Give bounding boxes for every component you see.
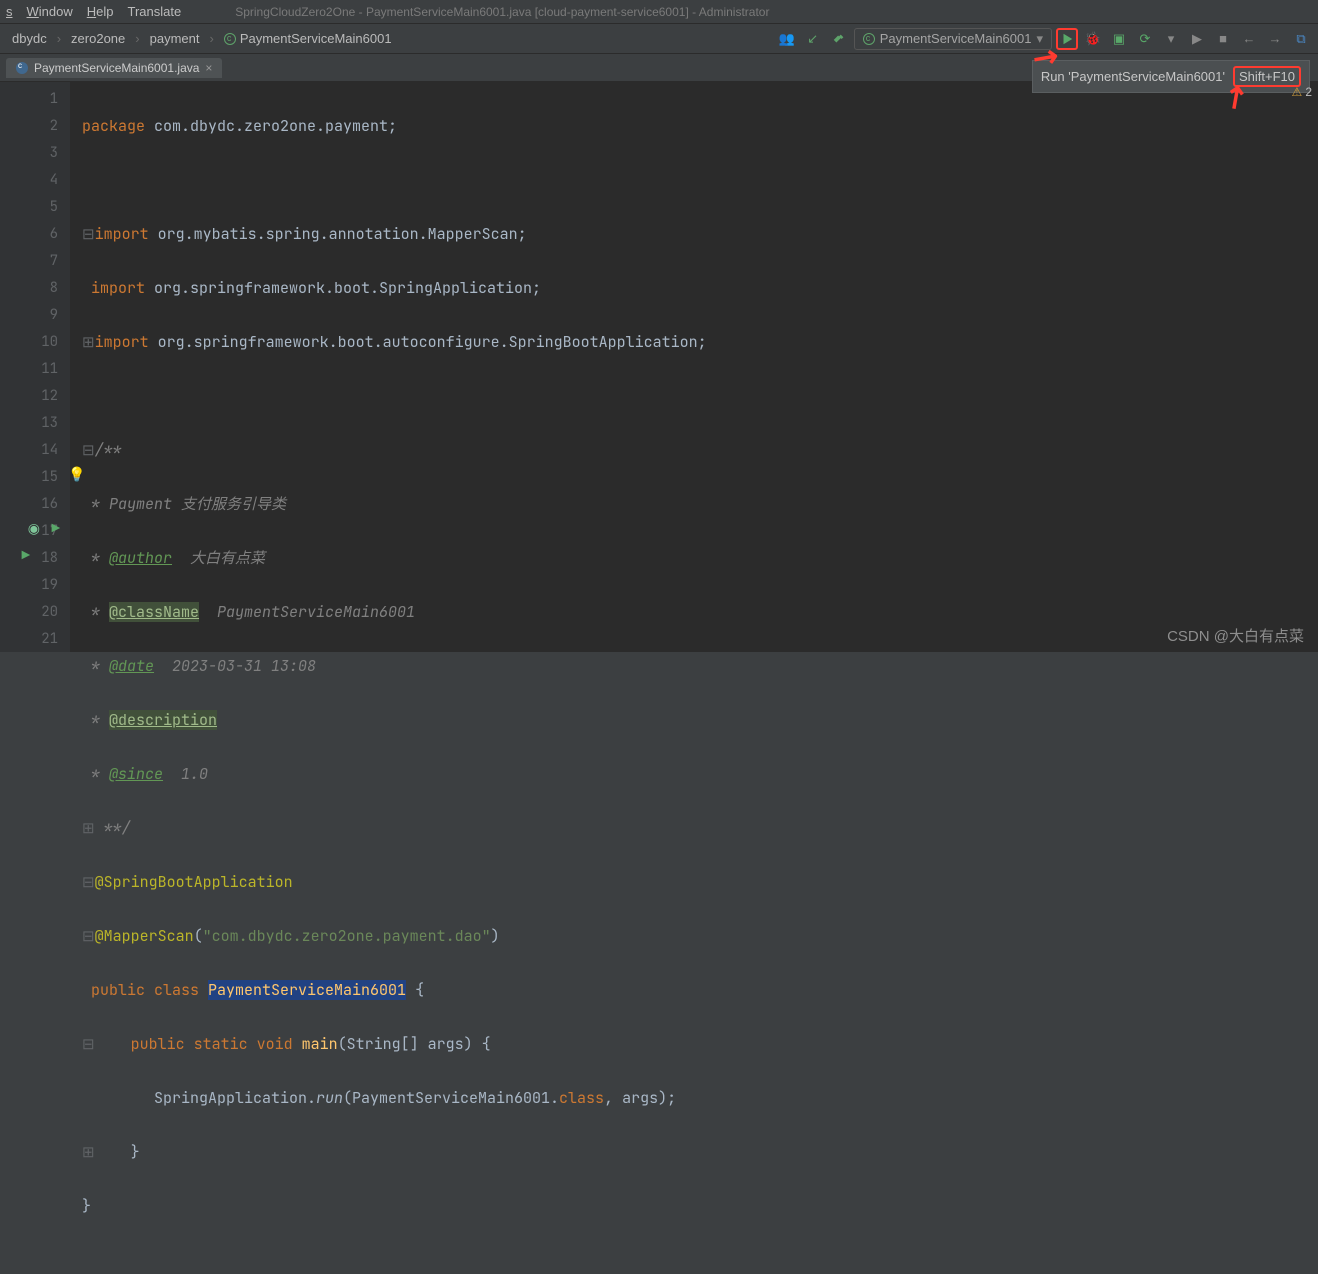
chevron-right-icon: › bbox=[57, 31, 61, 46]
breadcrumb: dbydc › zero2one › payment › PaymentServ… bbox=[6, 29, 398, 48]
gutter: 1 2 3 4 5 6 7 8 9 10 11 12 13 14 15 16 1… bbox=[0, 82, 70, 652]
attach-button[interactable]: ▾ bbox=[1160, 28, 1182, 50]
run-tooltip: Run 'PaymentServiceMain6001' Shift+F10 bbox=[1032, 60, 1310, 93]
tooltip-shortcut: Shift+F10 bbox=[1233, 66, 1301, 87]
menu-help[interactable]: Help bbox=[87, 4, 114, 19]
menu-bar: s WWindowindow Help Translate SpringClou… bbox=[0, 0, 1318, 24]
breadcrumb-label: PaymentServiceMain6001 bbox=[240, 31, 392, 46]
breadcrumb-item-class[interactable]: PaymentServiceMain6001 bbox=[218, 29, 398, 48]
users-icon[interactable]: 👥 bbox=[776, 28, 798, 50]
tooltip-text: Run 'PaymentServiceMain6001' bbox=[1041, 69, 1225, 84]
editor-tab[interactable]: PaymentServiceMain6001.java × bbox=[6, 58, 222, 78]
menu-shortcut[interactable]: s bbox=[6, 4, 13, 19]
gutter-run-icon[interactable]: ▶ bbox=[46, 516, 60, 530]
debug-button[interactable]: 🐞 bbox=[1082, 28, 1104, 50]
breadcrumb-item[interactable]: dbydc bbox=[6, 29, 53, 48]
build-button[interactable] bbox=[828, 28, 850, 50]
java-class-icon bbox=[16, 62, 28, 74]
back-button[interactable]: ← bbox=[1238, 28, 1260, 50]
inspection-status[interactable]: ⚠ 2 bbox=[1292, 85, 1312, 99]
gutter-run-icon[interactable]: ▶ bbox=[16, 543, 30, 557]
forward-button[interactable]: → bbox=[1264, 28, 1286, 50]
breadcrumb-item[interactable]: zero2one bbox=[65, 29, 131, 48]
profile-button[interactable]: ⟳ bbox=[1134, 28, 1156, 50]
coverage-button[interactable]: ▣ bbox=[1108, 28, 1130, 50]
warning-icon: ⚠ bbox=[1292, 85, 1303, 99]
watermark: CSDN @大白有点菜 bbox=[1167, 625, 1304, 646]
breadcrumb-item[interactable]: payment bbox=[144, 29, 206, 48]
stop-button[interactable]: ■ bbox=[1212, 28, 1234, 50]
search-everywhere-button[interactable]: ⧉ bbox=[1290, 28, 1312, 50]
tab-label: PaymentServiceMain6001.java bbox=[34, 61, 199, 75]
menu-window[interactable]: WWindowindow bbox=[27, 4, 73, 19]
warning-count: 2 bbox=[1305, 85, 1312, 99]
chevron-right-icon: › bbox=[209, 31, 213, 46]
gutter-bean-icon[interactable]: ◉ bbox=[26, 516, 40, 530]
class-icon bbox=[224, 33, 236, 45]
close-icon[interactable]: × bbox=[205, 61, 212, 75]
code-editor[interactable]: 1 2 3 4 5 6 7 8 9 10 11 12 13 14 15 16 1… bbox=[0, 82, 1318, 652]
run-config-label: PaymentServiceMain6001 bbox=[880, 31, 1032, 46]
menu-translate[interactable]: Translate bbox=[128, 4, 182, 19]
nav-bar: dbydc › zero2one › payment › PaymentServ… bbox=[0, 24, 1318, 54]
chevron-right-icon: › bbox=[135, 31, 139, 46]
spring-icon bbox=[863, 33, 875, 45]
rerun-button[interactable]: ▶ bbox=[1186, 28, 1208, 50]
run-config-select[interactable]: PaymentServiceMain6001 ▾ bbox=[854, 28, 1052, 50]
window-title: SpringCloudZero2One - PaymentServiceMain… bbox=[235, 5, 769, 19]
vcs-arrow-icon[interactable]: ↙ bbox=[802, 28, 824, 50]
code-area[interactable]: package com.dbydc.zero2one.payment; ⊟imp… bbox=[70, 82, 1318, 652]
